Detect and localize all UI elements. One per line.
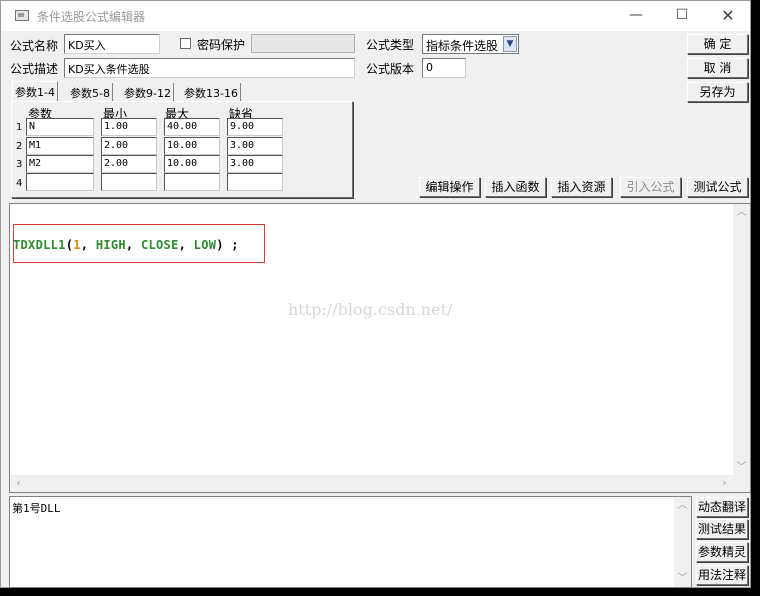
- insert-resource-button[interactable]: 插入资源: [551, 177, 612, 197]
- watermark: http://blog.csdn.net/: [288, 300, 453, 319]
- code-token: ) ;: [216, 238, 239, 252]
- test-result-button[interactable]: 测试结果: [696, 519, 748, 539]
- formula-version-input[interactable]: 0: [422, 58, 466, 78]
- code-token: LOW: [193, 238, 217, 252]
- param-max-cell[interactable]: 40.00: [164, 118, 220, 136]
- code-line: TDXDLL1(1, HIGH, CLOSE, LOW) ;: [13, 238, 239, 252]
- minimize-button[interactable]: —: [613, 1, 659, 31]
- param-default-cell[interactable]: 9.00: [227, 118, 283, 136]
- scroll-left-icon[interactable]: ‹: [10, 475, 27, 492]
- cancel-button[interactable]: 取 消: [687, 58, 748, 78]
- param-default-cell[interactable]: [227, 173, 283, 191]
- code-token: ,: [80, 238, 96, 252]
- info-vertical-scrollbar[interactable]: ︿ ﹀: [674, 497, 691, 587]
- ok-button[interactable]: 确 定: [687, 34, 748, 54]
- app-icon: [15, 10, 29, 21]
- formula-name-label: 公式名称: [10, 39, 59, 53]
- formula-desc-input[interactable]: KD买入条件选股: [64, 58, 355, 78]
- row-number: 2: [16, 141, 23, 152]
- param-min-cell[interactable]: 1.00: [101, 118, 157, 136]
- dynamic-translate-button[interactable]: 动态翻译: [696, 497, 748, 517]
- maximize-button[interactable]: ☐: [659, 1, 705, 31]
- formula-name-input[interactable]: KD买入: [64, 34, 160, 54]
- param-min-cell[interactable]: 2.00: [101, 137, 157, 155]
- editor-vertical-scrollbar[interactable]: ︿ ﹀: [733, 204, 750, 476]
- password-input[interactable]: [251, 34, 355, 53]
- close-button[interactable]: ✕: [705, 1, 751, 31]
- formula-type-select[interactable]: 指标条件选股 ▼: [422, 34, 519, 54]
- param-name-cell[interactable]: M2: [26, 155, 94, 173]
- param-max-cell[interactable]: [164, 173, 220, 191]
- code-token: HIGH: [95, 238, 126, 252]
- code-editor[interactable]: TDXDLL1(1, HIGH, CLOSE, LOW) ; http://bl…: [9, 203, 751, 493]
- chevron-down-icon[interactable]: ▼: [503, 36, 517, 52]
- title-bar[interactable]: 条件选股公式编辑器 — ☐ ✕: [1, 1, 750, 31]
- code-token: CLOSE: [140, 238, 179, 252]
- password-checkbox[interactable]: [180, 38, 191, 49]
- code-token: 1: [73, 238, 81, 252]
- formula-type-label: 公式类型: [366, 38, 415, 52]
- formula-type-value: 指标条件选股: [426, 39, 499, 53]
- formula-version-label: 公式版本: [366, 62, 415, 76]
- window-title: 条件选股公式编辑器: [37, 10, 146, 24]
- param-min-cell[interactable]: [101, 173, 157, 191]
- param-default-cell[interactable]: 3.00: [227, 137, 283, 155]
- scroll-down-icon[interactable]: ﹀: [674, 570, 691, 587]
- param-max-cell[interactable]: 10.00: [164, 137, 220, 155]
- insert-function-button[interactable]: 插入函数: [485, 177, 546, 197]
- info-pane[interactable]: 第1号DLL ︿ ﹀: [9, 496, 692, 588]
- scroll-up-icon[interactable]: ︿: [674, 497, 691, 514]
- code-token: ,: [125, 238, 141, 252]
- tab-params-5-8[interactable]: 参数5-8: [68, 83, 113, 101]
- info-text: 第1号DLL: [12, 502, 61, 515]
- tab-params-1-4[interactable]: 参数1-4: [12, 81, 58, 101]
- param-name-cell[interactable]: N: [26, 118, 94, 136]
- row-number: 4: [16, 178, 23, 189]
- save-as-button[interactable]: 另存为: [687, 82, 748, 102]
- scroll-corner: [733, 475, 750, 492]
- scroll-right-icon[interactable]: ›: [716, 475, 733, 492]
- code-token: ,: [178, 238, 194, 252]
- formula-editor-window: 条件选股公式编辑器 — ☐ ✕ 公式名称 KD买入 密码保护 公式类型 指标条件…: [0, 0, 751, 588]
- param-wizard-button[interactable]: 参数精灵: [696, 542, 748, 562]
- scroll-up-icon[interactable]: ︿: [733, 204, 750, 221]
- usage-notes-button[interactable]: 用法注释: [696, 565, 748, 585]
- param-max-cell[interactable]: 10.00: [164, 155, 220, 173]
- import-formula-button[interactable]: 引入公式: [620, 177, 681, 197]
- param-min-cell[interactable]: 2.00: [101, 155, 157, 173]
- code-token: TDXDLL1: [13, 238, 66, 252]
- tab-params-13-16[interactable]: 参数13-16: [182, 83, 241, 101]
- row-number: 3: [16, 159, 23, 170]
- tab-params-9-12[interactable]: 参数9-12: [122, 83, 174, 101]
- password-label: 密码保护: [197, 38, 246, 52]
- formula-desc-label: 公式描述: [10, 62, 59, 76]
- row-number: 1: [16, 122, 23, 133]
- test-formula-button[interactable]: 测试公式: [687, 177, 748, 197]
- editor-horizontal-scrollbar[interactable]: ‹ ›: [10, 475, 733, 492]
- param-name-cell[interactable]: M1: [26, 137, 94, 155]
- param-default-cell[interactable]: 3.00: [227, 155, 283, 173]
- edit-ops-button[interactable]: 编辑操作: [419, 177, 480, 197]
- param-name-cell[interactable]: [26, 173, 94, 191]
- scroll-down-icon[interactable]: ﹀: [733, 459, 750, 476]
